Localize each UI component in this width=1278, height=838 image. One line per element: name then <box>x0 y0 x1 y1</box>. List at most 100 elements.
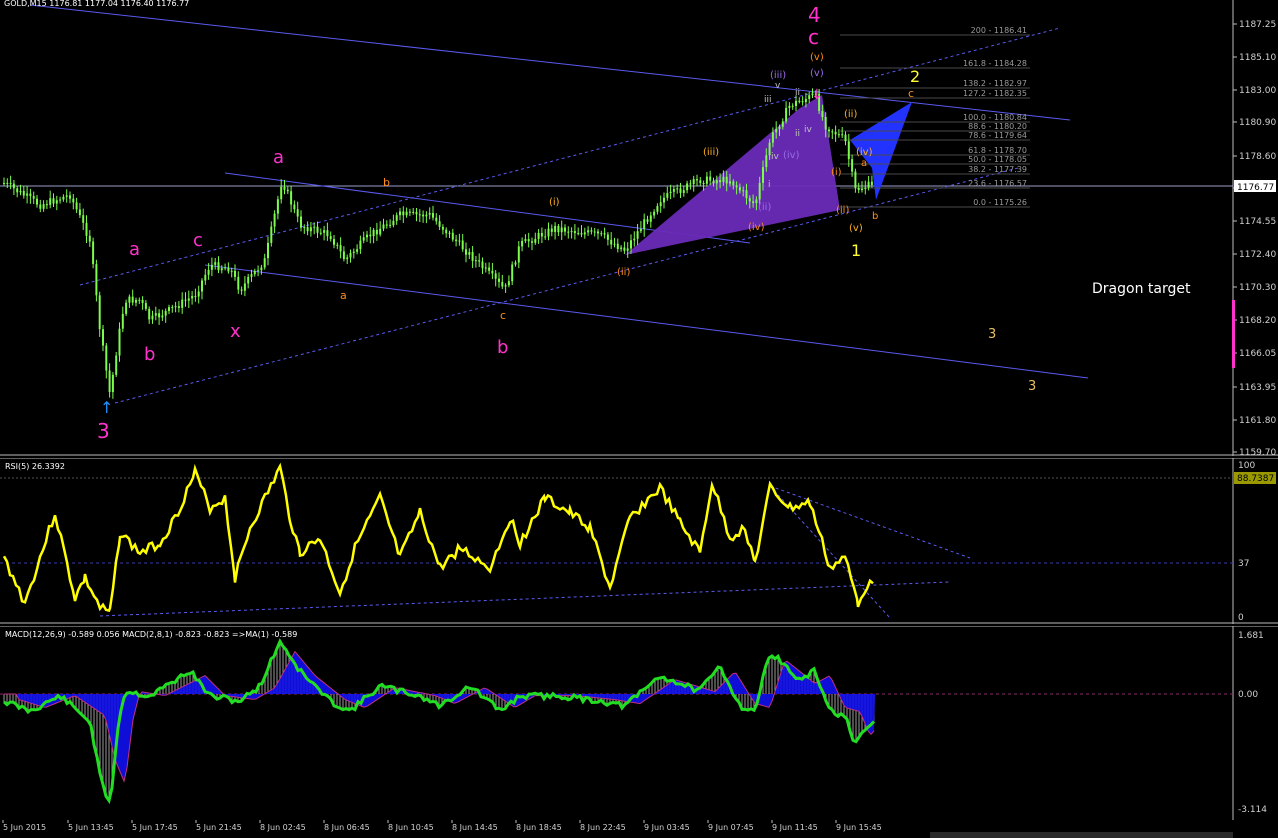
candle-body <box>55 200 58 204</box>
candle-body <box>834 131 837 135</box>
candle-body <box>564 227 566 232</box>
candle-body <box>375 229 378 235</box>
candle-body <box>191 296 194 299</box>
candle-body <box>415 211 418 215</box>
candle-body <box>234 270 236 277</box>
candle-body <box>359 240 362 250</box>
candle-body <box>161 315 164 318</box>
wave-label: ii <box>795 88 800 98</box>
time-tick-label: 5 Jun 17:45 <box>132 823 178 832</box>
candle-body <box>141 299 144 304</box>
time-tick-label: 8 Jun 14:45 <box>452 823 498 832</box>
candle-body <box>270 226 273 243</box>
macd-title: MACD(12,26,9) -0.589 0.056 MACD(2,8,1) -… <box>5 630 297 639</box>
wave-label: c <box>193 230 203 251</box>
price-tick-label: 1170.30 <box>1239 283 1276 293</box>
candle-body <box>867 181 870 188</box>
rsi-trendline[interactable] <box>769 485 971 559</box>
candle-body <box>250 274 253 277</box>
candle-body <box>22 190 25 196</box>
macd-svg[interactable]: MACD(12,26,9) -0.589 0.056 MACD(2,8,1) -… <box>0 626 1278 820</box>
candle-body <box>108 370 111 393</box>
candle-body <box>507 281 510 286</box>
wave-label: (ii) <box>758 202 771 213</box>
candle-body <box>435 217 438 222</box>
candle-body <box>656 206 659 212</box>
candle-body <box>75 202 78 210</box>
candle-body <box>204 274 207 281</box>
rsi-pane[interactable]: RSI(5) 26.3392 100 37 0 88.7387 <box>0 458 1278 624</box>
candle-body <box>597 231 599 234</box>
trend-line-lower[interactable] <box>204 264 1089 379</box>
down-arrow-icon: ↓ <box>811 87 823 103</box>
price-axis: 1187.25 1185.10 1183.00 1180.90 1178.60 1176.… <box>1233 20 1276 456</box>
wave-label: b <box>497 337 508 358</box>
candle-body <box>514 262 517 265</box>
fib-level-label: 0.0 - 1175.26 <box>973 198 1027 207</box>
candle-body <box>699 180 702 183</box>
price-chart-svg[interactable]: 1187.25 1185.10 1183.00 1180.90 1178.60 1176.… <box>0 0 1278 456</box>
candle-body <box>293 204 296 210</box>
trend-line-upper[interactable] <box>29 4 1071 121</box>
candle-body <box>29 193 32 197</box>
dragon-target-label: Dragon target <box>1092 281 1191 297</box>
candle-body <box>719 180 722 183</box>
candle-body <box>623 247 626 251</box>
candle-body <box>646 219 649 222</box>
candle-body <box>824 117 827 130</box>
wave-label: a <box>129 239 140 260</box>
time-tick-label: 9 Jun 07:45 <box>708 823 754 832</box>
candle-body <box>207 269 210 275</box>
candle-body <box>59 199 62 201</box>
candle-body <box>82 215 85 223</box>
fib-level-label: 23.6 - 1176.57 <box>968 179 1027 188</box>
candle-body <box>696 179 698 181</box>
candle-body <box>135 299 137 303</box>
candle-body <box>220 268 223 271</box>
candle-body <box>616 243 619 249</box>
wave-label: 3 <box>1028 379 1036 394</box>
candle-body <box>547 228 550 237</box>
candle-body <box>3 182 5 184</box>
candle-body <box>837 134 840 136</box>
time-axis-labels: 5 Jun 2015 5 Jun 13:45 5 Jun 17:45 5 Jun 21… <box>2 820 882 832</box>
rsi-svg[interactable]: RSI(5) 26.3392 100 37 0 88.7387 <box>0 458 1278 624</box>
candle-body <box>92 241 95 265</box>
time-axis: 5 Jun 2015 5 Jun 13:45 5 Jun 17:45 5 Jun 21… <box>0 820 1278 838</box>
candle-body <box>177 306 180 308</box>
horizontal-scrollbar[interactable] <box>930 832 1233 838</box>
dashed-channel-lower[interactable] <box>114 167 1019 404</box>
candle-body <box>148 308 151 320</box>
candle-body <box>613 243 616 245</box>
candle-body <box>474 260 477 262</box>
candle-body <box>722 176 725 183</box>
candle-body <box>197 291 200 297</box>
rsi-trendline[interactable] <box>99 581 951 617</box>
candle-body <box>425 214 428 217</box>
candle-body <box>111 374 114 393</box>
candle-body <box>861 188 863 191</box>
candle-body <box>309 227 312 232</box>
candle-body <box>184 299 187 301</box>
candle-body <box>593 231 596 233</box>
candle-body <box>606 234 609 240</box>
price-tick-label: 1178.60 <box>1239 152 1276 162</box>
candle-body <box>412 211 415 213</box>
candle-body <box>326 230 329 237</box>
candle-body <box>6 182 9 184</box>
harmonic-pattern-violet[interactable] <box>625 95 840 255</box>
candle-body <box>745 190 748 199</box>
macd-pane[interactable]: MACD(12,26,9) -0.589 0.056 MACD(2,8,1) -… <box>0 626 1278 820</box>
candle-body <box>465 249 467 255</box>
candle-body <box>847 141 850 160</box>
wave-label: a <box>340 289 347 302</box>
candle-body <box>686 183 689 191</box>
price-chart-pane[interactable]: 1187.25 1185.10 1183.00 1180.90 1178.60 1176.… <box>0 0 1278 456</box>
macd-tick-bottom: -3.114 <box>1238 805 1267 815</box>
time-tick-label: 5 Jun 21:45 <box>196 823 242 832</box>
axis-marker <box>1232 300 1235 368</box>
candle-body <box>283 186 286 190</box>
price-tick-label: 1166.05 <box>1239 349 1276 359</box>
wave-label: b <box>144 344 155 365</box>
candle-body <box>501 281 504 287</box>
